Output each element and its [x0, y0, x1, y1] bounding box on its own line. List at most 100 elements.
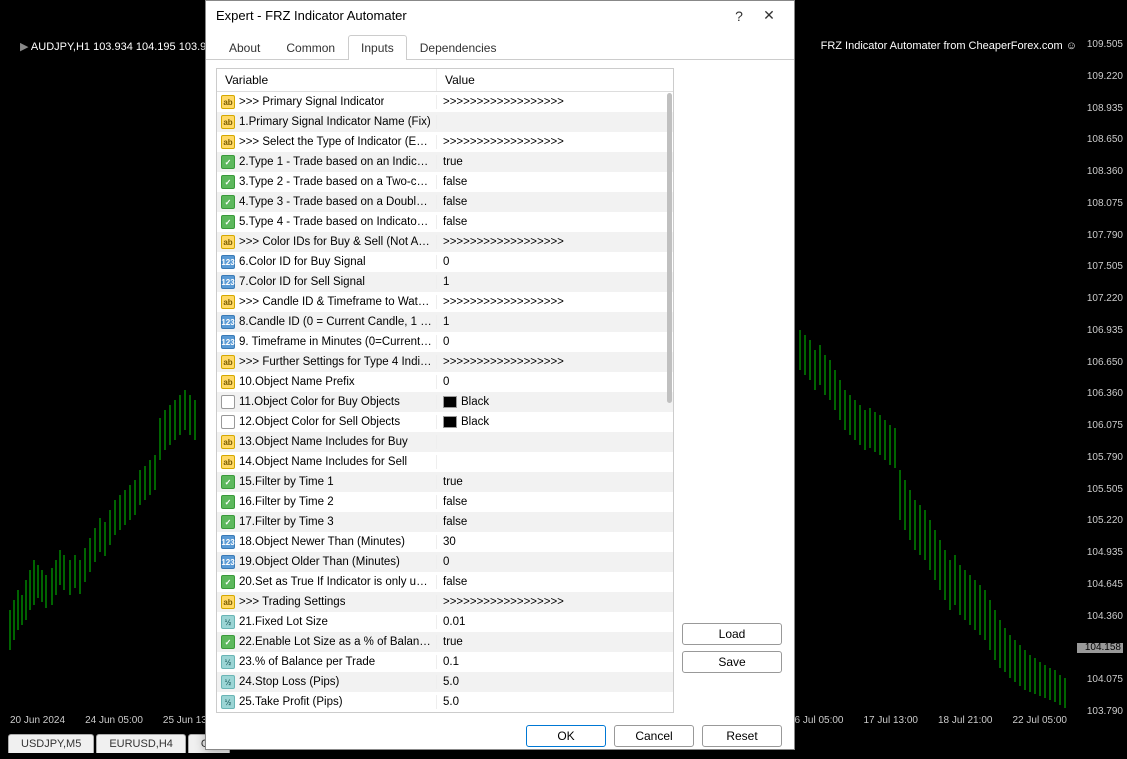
- variable-cell[interactable]: ab1.Primary Signal Indicator Name (Fix): [217, 115, 437, 129]
- input-row[interactable]: ✓16.Filter by Time 2false: [217, 492, 673, 512]
- input-row[interactable]: ab>>> Candle ID & Timeframe to Watch f..…: [217, 292, 673, 312]
- value-cell[interactable]: Black: [437, 396, 673, 408]
- variable-cell[interactable]: ✓2.Type 1 - Trade based on an Indicato..…: [217, 155, 437, 169]
- value-cell[interactable]: true: [437, 156, 673, 168]
- variable-cell[interactable]: 12319.Object Older Than (Minutes): [217, 555, 437, 569]
- variable-cell[interactable]: ½24.Stop Loss (Pips): [217, 675, 437, 689]
- value-cell[interactable]: 0: [437, 336, 673, 348]
- value-cell[interactable]: false: [437, 196, 673, 208]
- input-row[interactable]: ab>>> Further Settings for Type 4 Indica…: [217, 352, 673, 372]
- value-cell[interactable]: true: [437, 636, 673, 648]
- input-row[interactable]: 1238.Candle ID (0 = Current Candle, 1 = …: [217, 312, 673, 332]
- input-row[interactable]: ab>>> Color IDs for Buy & Sell (Not Appl…: [217, 232, 673, 252]
- variable-cell[interactable]: ab10.Object Name Prefix: [217, 375, 437, 389]
- value-cell[interactable]: false: [437, 496, 673, 508]
- value-cell[interactable]: >>>>>>>>>>>>>>>>>>: [437, 296, 673, 308]
- variable-cell[interactable]: ab>>> Primary Signal Indicator: [217, 95, 437, 109]
- input-row[interactable]: ✓4.Type 3 - Trade based on a Double-li..…: [217, 192, 673, 212]
- input-row[interactable]: ab10.Object Name Prefix0: [217, 372, 673, 392]
- variable-cell[interactable]: 11.Object Color for Buy Objects: [217, 395, 437, 409]
- variable-cell[interactable]: ½21.Fixed Lot Size: [217, 615, 437, 629]
- variable-cell[interactable]: ✓22.Enable Lot Size as a % of Balance I.…: [217, 635, 437, 649]
- cancel-button[interactable]: Cancel: [614, 725, 694, 747]
- variable-cell[interactable]: 1239. Timeframe in Minutes (0=Current, 5…: [217, 335, 437, 349]
- input-row[interactable]: ✓2.Type 1 - Trade based on an Indicato..…: [217, 152, 673, 172]
- value-cell[interactable]: 0.01: [437, 616, 673, 628]
- variable-cell[interactable]: ✓16.Filter by Time 2: [217, 495, 437, 509]
- value-cell[interactable]: 0: [437, 256, 673, 268]
- value-cell[interactable]: 0.1: [437, 656, 673, 668]
- table-body[interactable]: ab>>> Primary Signal Indicator>>>>>>>>>>…: [217, 92, 673, 712]
- tab-dependencies[interactable]: Dependencies: [407, 35, 510, 60]
- input-row[interactable]: 1237.Color ID for Sell Signal1: [217, 272, 673, 292]
- tab-about[interactable]: About: [216, 35, 273, 60]
- value-cell[interactable]: >>>>>>>>>>>>>>>>>>: [437, 236, 673, 248]
- value-cell[interactable]: 1: [437, 316, 673, 328]
- save-button[interactable]: Save: [682, 651, 782, 673]
- value-cell[interactable]: 1: [437, 276, 673, 288]
- load-button[interactable]: Load: [682, 623, 782, 645]
- variable-cell[interactable]: ✓4.Type 3 - Trade based on a Double-li..…: [217, 195, 437, 209]
- input-row[interactable]: ✓20.Set as True If Indicator is only upd…: [217, 572, 673, 592]
- variable-cell[interactable]: ab>>> Candle ID & Timeframe to Watch f..…: [217, 295, 437, 309]
- tab-common[interactable]: Common: [273, 35, 348, 60]
- variable-cell[interactable]: ½23.% of Balance per Trade: [217, 655, 437, 669]
- input-row[interactable]: ✓15.Filter by Time 1true: [217, 472, 673, 492]
- value-cell[interactable]: >>>>>>>>>>>>>>>>>>: [437, 596, 673, 608]
- close-button[interactable]: ✕: [754, 7, 784, 24]
- input-row[interactable]: 1239. Timeframe in Minutes (0=Current, 5…: [217, 332, 673, 352]
- variable-cell[interactable]: 1236.Color ID for Buy Signal: [217, 255, 437, 269]
- input-row[interactable]: ½25.Take Profit (Pips)5.0: [217, 692, 673, 712]
- input-row[interactable]: ½23.% of Balance per Trade0.1: [217, 652, 673, 672]
- input-row[interactable]: 11.Object Color for Buy ObjectsBlack: [217, 392, 673, 412]
- value-cell[interactable]: 30: [437, 536, 673, 548]
- value-cell[interactable]: >>>>>>>>>>>>>>>>>>: [437, 96, 673, 108]
- ok-button[interactable]: OK: [526, 725, 606, 747]
- variable-cell[interactable]: 12.Object Color for Sell Objects: [217, 415, 437, 429]
- input-row[interactable]: ab>>> Trading Settings>>>>>>>>>>>>>>>>>>: [217, 592, 673, 612]
- value-cell[interactable]: Black: [437, 416, 673, 428]
- input-row[interactable]: ✓3.Type 2 - Trade based on a Two-colo...…: [217, 172, 673, 192]
- value-cell[interactable]: true: [437, 476, 673, 488]
- input-row[interactable]: ab>>> Primary Signal Indicator>>>>>>>>>>…: [217, 92, 673, 112]
- scrollbar-thumb[interactable]: [667, 93, 672, 403]
- value-cell[interactable]: >>>>>>>>>>>>>>>>>>: [437, 356, 673, 368]
- input-row[interactable]: ½24.Stop Loss (Pips)5.0: [217, 672, 673, 692]
- variable-cell[interactable]: ab13.Object Name Includes for Buy: [217, 435, 437, 449]
- chart-tab[interactable]: EURUSD,H4: [96, 734, 186, 753]
- variable-cell[interactable]: ✓20.Set as True If Indicator is only upd…: [217, 575, 437, 589]
- value-cell[interactable]: false: [437, 216, 673, 228]
- col-header-value[interactable]: Value: [437, 69, 673, 91]
- value-cell[interactable]: false: [437, 176, 673, 188]
- variable-cell[interactable]: ab>>> Color IDs for Buy & Sell (Not Appl…: [217, 235, 437, 249]
- variable-cell[interactable]: ab14.Object Name Includes for Sell: [217, 455, 437, 469]
- value-cell[interactable]: 5.0: [437, 676, 673, 688]
- variable-cell[interactable]: 12318.Object Newer Than (Minutes): [217, 535, 437, 549]
- variable-cell[interactable]: ab>>> Trading Settings: [217, 595, 437, 609]
- value-cell[interactable]: 0: [437, 376, 673, 388]
- reset-button[interactable]: Reset: [702, 725, 782, 747]
- input-row[interactable]: ab14.Object Name Includes for Sell: [217, 452, 673, 472]
- input-row[interactable]: ✓17.Filter by Time 3false: [217, 512, 673, 532]
- value-cell[interactable]: 0: [437, 556, 673, 568]
- col-header-variable[interactable]: Variable: [217, 69, 437, 91]
- variable-cell[interactable]: ✓17.Filter by Time 3: [217, 515, 437, 529]
- variable-cell[interactable]: 1238.Candle ID (0 = Current Candle, 1 = …: [217, 315, 437, 329]
- input-row[interactable]: ½21.Fixed Lot Size0.01: [217, 612, 673, 632]
- tab-inputs[interactable]: Inputs: [348, 35, 407, 60]
- value-cell[interactable]: false: [437, 516, 673, 528]
- input-row[interactable]: ✓22.Enable Lot Size as a % of Balance I.…: [217, 632, 673, 652]
- variable-cell[interactable]: ab>>> Further Settings for Type 4 Indica…: [217, 355, 437, 369]
- value-cell[interactable]: 5.0: [437, 696, 673, 708]
- input-row[interactable]: 12.Object Color for Sell ObjectsBlack: [217, 412, 673, 432]
- variable-cell[interactable]: ✓15.Filter by Time 1: [217, 475, 437, 489]
- variable-cell[interactable]: 1237.Color ID for Sell Signal: [217, 275, 437, 289]
- input-row[interactable]: ab13.Object Name Includes for Buy: [217, 432, 673, 452]
- input-row[interactable]: ab1.Primary Signal Indicator Name (Fix): [217, 112, 673, 132]
- input-row[interactable]: 12318.Object Newer Than (Minutes)30: [217, 532, 673, 552]
- variable-cell[interactable]: ✓3.Type 2 - Trade based on a Two-colo...: [217, 175, 437, 189]
- input-row[interactable]: ab>>> Select the Type of Indicator (Enab…: [217, 132, 673, 152]
- input-row[interactable]: 1236.Color ID for Buy Signal0: [217, 252, 673, 272]
- variable-cell[interactable]: ✓5.Type 4 - Trade based on Indicator-cr.…: [217, 215, 437, 229]
- variable-cell[interactable]: ab>>> Select the Type of Indicator (Enab…: [217, 135, 437, 149]
